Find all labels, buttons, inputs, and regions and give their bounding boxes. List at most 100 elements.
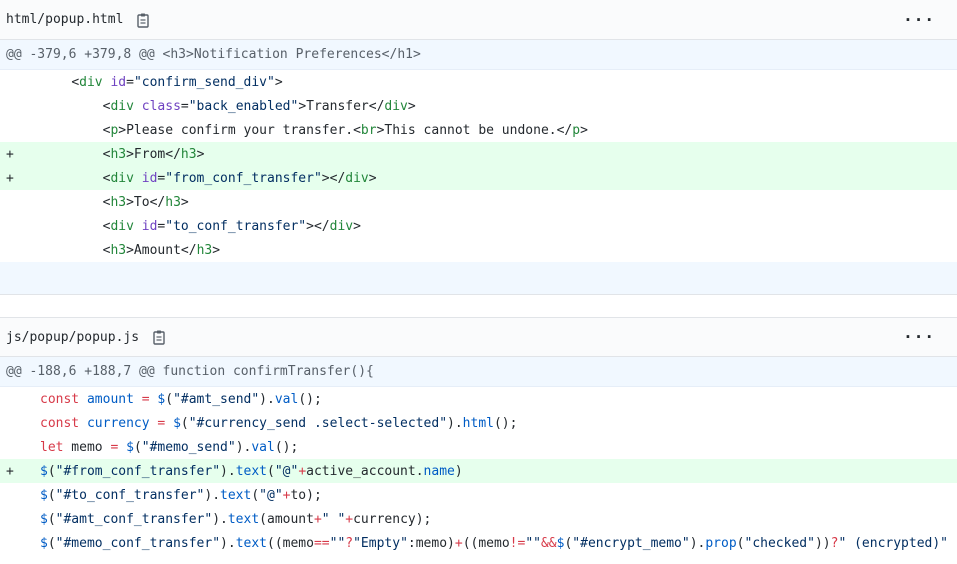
code-token: >Please confirm your transfer.<: [118, 122, 361, 138]
code-token: <: [71, 74, 80, 90]
code-token: ).: [204, 487, 221, 503]
clipboard-icon[interactable]: [135, 12, 151, 28]
code-token: ).: [220, 463, 236, 479]
code-token: +: [298, 463, 307, 479]
code-token: ).: [259, 391, 275, 407]
code-text: <h3>To</h3>: [40, 195, 957, 210]
code-token: ></: [306, 218, 330, 234]
code-text: <h3>From</h3>: [40, 147, 957, 162]
file-gap: [0, 295, 957, 317]
code-token: >From</: [126, 146, 181, 162]
clipboard-icon[interactable]: [151, 329, 167, 345]
diff-lines: <div id="confirm_send_div"> <div class="…: [0, 70, 957, 262]
code-token: +: [345, 511, 354, 527]
code-token: "#currency_send .select-selected": [188, 415, 448, 431]
code-token: text: [227, 511, 260, 527]
context-line: let memo = $("#memo_send").val();: [0, 435, 957, 459]
code-text: <div id="confirm_send_div">: [40, 75, 957, 90]
code-token: "#to_conf_transfer": [55, 487, 205, 503]
kebab-menu-icon[interactable]: ···: [903, 329, 935, 345]
code-token: to);: [290, 487, 322, 503]
code-token: name: [423, 463, 455, 479]
code-token: val: [251, 439, 275, 455]
code-token: div: [79, 74, 103, 90]
code-token: $: [40, 487, 48, 503]
context-line: <div id="to_conf_transfer"></div>: [0, 214, 957, 238]
code-token: ></: [321, 170, 346, 186]
code-token: "@": [259, 487, 283, 503]
code-token: div: [384, 98, 408, 114]
code-token: $: [40, 535, 48, 551]
code-token: h3: [110, 242, 127, 258]
code-token: >: [407, 98, 416, 114]
code-token: prop: [705, 535, 737, 551]
code-token: >: [180, 194, 189, 210]
code-token: &&: [540, 535, 557, 551]
code-token: (: [133, 439, 142, 455]
code-token: "@": [274, 463, 299, 479]
context-line: $("#memo_conf_transfer").text((memo==""?…: [0, 531, 957, 555]
code-token: ==: [313, 535, 330, 551]
code-token: h3: [165, 194, 181, 210]
expand-lines-bar[interactable]: [0, 262, 957, 295]
code-token: "#amt_conf_transfer": [55, 511, 213, 527]
code-token: !=: [509, 535, 526, 551]
code-token: "checked": [744, 535, 815, 551]
code-token: "#encrypt_memo": [572, 535, 690, 551]
code-token: >: [353, 218, 361, 234]
file-header: html/popup.html ···: [0, 0, 957, 40]
code-token: id: [141, 170, 158, 186]
code-token: "": [329, 535, 346, 551]
file-path-link[interactable]: js/popup/popup.js: [6, 330, 139, 345]
code-token: let: [40, 439, 64, 455]
kebab-menu-icon[interactable]: ···: [903, 11, 935, 28]
code-token: >: [580, 122, 588, 138]
code-token: ();: [493, 415, 518, 431]
code-text: <div id="to_conf_transfer"></div>: [40, 219, 957, 234]
code-token: $: [173, 415, 181, 431]
code-token: ((memo: [267, 535, 314, 551]
context-line: $("#to_conf_transfer").text("@"+to);: [0, 483, 957, 507]
code-token: div: [110, 170, 134, 186]
code-token: active_account.: [306, 463, 424, 479]
code-token: "#memo_conf_transfer": [55, 535, 221, 551]
context-line: <div id="confirm_send_div">: [0, 70, 957, 94]
code-token: ).: [235, 439, 252, 455]
code-token: id: [141, 218, 158, 234]
code-token: >To</: [126, 194, 166, 210]
code-token: >: [274, 74, 283, 90]
hunk-header[interactable]: @@ -379,6 +379,8 @@ <h3>Notification Pre…: [0, 40, 957, 70]
diff-lines: const amount = $("#amt_send").val(); cons…: [0, 387, 957, 555]
code-text: let memo = $("#memo_send").val();: [40, 440, 957, 455]
hunk-header[interactable]: @@ -188,6 +188,7 @@ function confirmTran…: [0, 357, 957, 387]
code-token: html: [462, 415, 494, 431]
code-token: " (encrypted)": [838, 535, 949, 551]
code-token: (: [47, 511, 56, 527]
code-text: <p>Please confirm your transfer.<br>This…: [40, 123, 957, 138]
code-token: "confirm_send_div": [133, 74, 275, 90]
context-line: <p>Please confirm your transfer.<br>This…: [0, 118, 957, 142]
code-text: const currency = $("#currency_send .sele…: [40, 416, 957, 431]
code-token: "#memo_send": [141, 439, 236, 455]
code-token: (: [165, 391, 174, 407]
code-token: $: [40, 511, 48, 527]
code-token: (: [267, 463, 275, 479]
code-token: ).: [689, 535, 706, 551]
code-token: "Empty": [353, 535, 408, 551]
file-path-link[interactable]: html/popup.html: [6, 12, 123, 27]
code-text: <h3>Amount</h3>: [40, 243, 957, 258]
diff-sign: +: [6, 170, 14, 186]
code-token: div: [345, 170, 369, 186]
code-token: amount: [86, 391, 134, 407]
code-token: $: [126, 439, 134, 455]
code-text: $("#memo_conf_transfer").text((memo==""?…: [40, 536, 957, 551]
code-token: text: [235, 535, 267, 551]
code-token: >: [212, 242, 221, 258]
diff-sign: +: [6, 146, 14, 162]
code-token: ).: [212, 511, 228, 527]
added-line: + <h3>From</h3>: [0, 142, 957, 166]
code-token: h3: [110, 146, 127, 162]
